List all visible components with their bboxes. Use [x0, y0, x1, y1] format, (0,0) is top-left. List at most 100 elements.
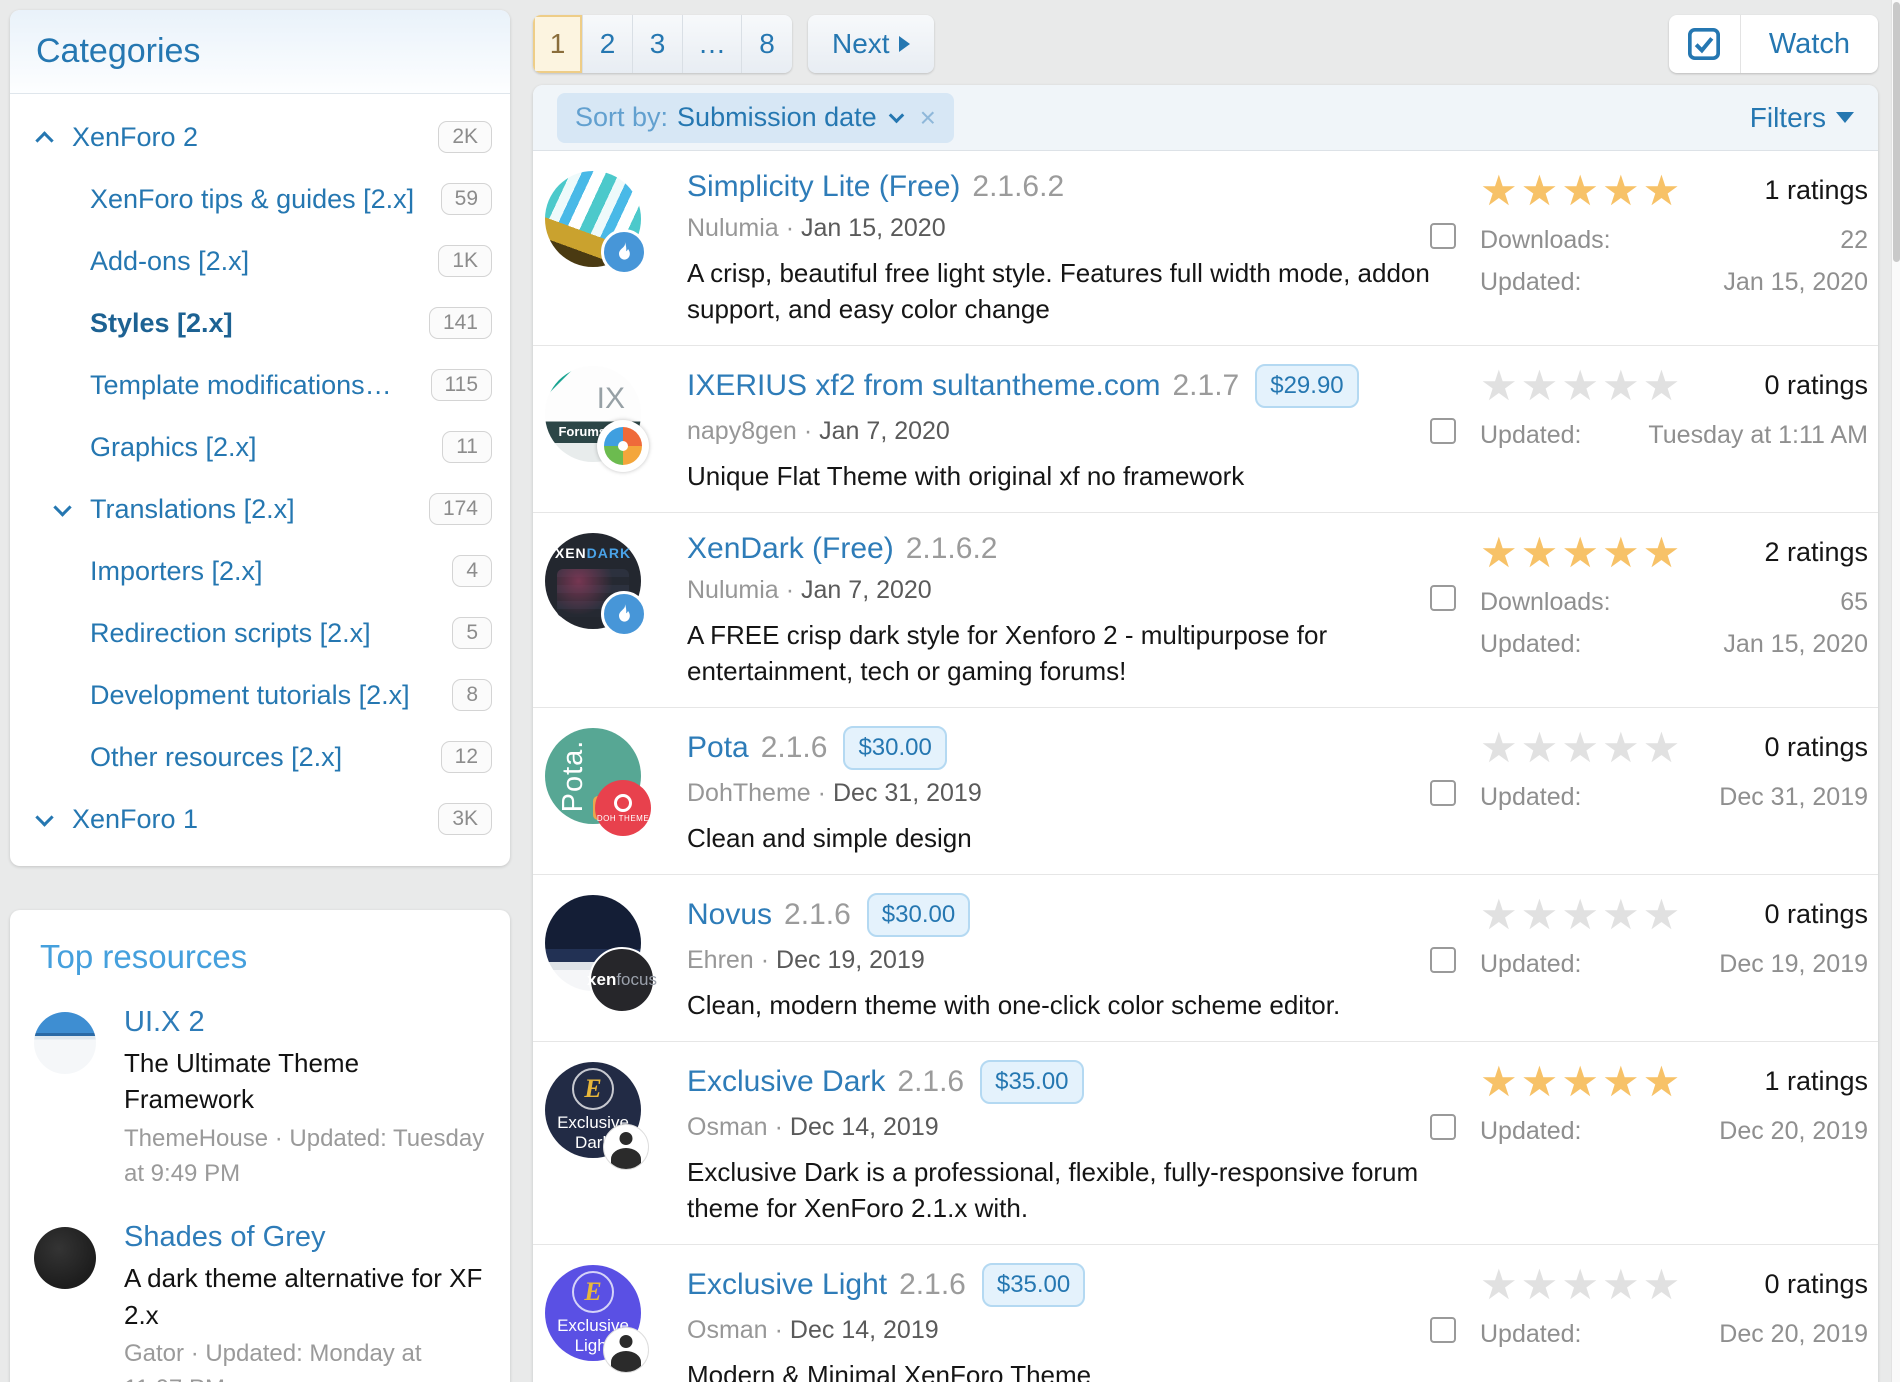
category-item[interactable]: Redirection scripts [2.x] 5: [10, 602, 510, 664]
resource-title-link[interactable]: Exclusive Light: [687, 1267, 887, 1303]
resource-avatar[interactable]: [545, 171, 641, 267]
top-resource-item[interactable]: Shades of Grey A dark theme alternative …: [34, 1221, 486, 1382]
resource-row: EExclusiveLight Exclusive Light 2.1.6 $3…: [533, 1245, 1878, 1382]
avatar-monogram: E: [572, 1068, 614, 1110]
category-label[interactable]: XenForo tips & guides [2.x]: [90, 184, 414, 215]
resource-row: Simplicity Lite (Free) 2.1.6.2 Nulumia·J…: [533, 151, 1878, 346]
info-label: Updated:: [1480, 1319, 1581, 1349]
resource-author[interactable]: DohTheme: [687, 779, 811, 807]
category-count-badge: 4: [452, 555, 492, 587]
resource-title-link[interactable]: XenDark (Free): [687, 531, 894, 567]
resource-avatar[interactable]: XENDARK: [545, 533, 641, 629]
category-chevron-slot[interactable]: [56, 565, 90, 578]
category-item[interactable]: Add-ons [2.x] 1K: [10, 230, 510, 292]
category-item[interactable]: XenForo 1 3K: [10, 788, 510, 850]
category-chevron-slot[interactable]: [56, 505, 90, 514]
category-chevron-slot[interactable]: [56, 379, 90, 392]
info-value: Jan 15, 2020: [1723, 629, 1868, 659]
resource-description: Unique Flat Theme with original xf no fr…: [687, 458, 1432, 494]
category-chevron-slot[interactable]: [56, 627, 90, 640]
chevron-icon: [35, 131, 53, 149]
resource-title-link[interactable]: Exclusive Dark: [687, 1064, 885, 1100]
watch-button[interactable]: Watch: [1669, 15, 1878, 73]
sort-chip[interactable]: Sort by: Submission date ×: [557, 93, 954, 143]
top-resource-meta: ThemeHouse · Updated: Tuesday at 9:49 PM: [124, 1122, 486, 1192]
category-chevron-slot[interactable]: [56, 751, 90, 764]
category-label[interactable]: Template modifications…: [90, 370, 392, 401]
select-resource-checkbox[interactable]: [1430, 418, 1456, 444]
resource-description: A FREE crisp dark style for Xenforo 2 - …: [687, 617, 1432, 689]
resource-avatar[interactable]: Pota.DOH THEME: [545, 728, 641, 824]
resource-avatar[interactable]: xenfocus: [545, 895, 641, 991]
category-item[interactable]: Styles [2.x] 141: [10, 292, 510, 354]
resource-row: Pota.DOH THEME Pota 2.1.6 $30.00 DohThem…: [533, 708, 1878, 875]
resource-title-link[interactable]: IXERIUS xf2 from sultantheme.com: [687, 368, 1161, 404]
resource-avatar[interactable]: EExclusiveDark: [545, 1062, 641, 1158]
page-button-2[interactable]: 2: [583, 15, 633, 73]
select-resource-checkbox[interactable]: [1430, 780, 1456, 806]
select-resource-checkbox[interactable]: [1430, 1114, 1456, 1140]
filters-toggle[interactable]: Filters: [1750, 102, 1854, 134]
category-chevron-slot[interactable]: [56, 255, 90, 268]
category-item[interactable]: Development tutorials [2.x] 8: [10, 664, 510, 726]
resource-author[interactable]: Osman: [687, 1316, 768, 1344]
category-chevron-slot[interactable]: [56, 193, 90, 206]
category-chevron-slot[interactable]: [56, 689, 90, 702]
category-count-badge: 5: [452, 617, 492, 649]
info-value: 22: [1840, 225, 1868, 255]
resource-title-link[interactable]: Novus: [687, 897, 772, 933]
page-button-3[interactable]: 3: [633, 15, 683, 73]
top-resource-item[interactable]: UI.X 2 The Ultimate Theme Framework Them…: [34, 1006, 486, 1191]
resource-avatar[interactable]: EExclusiveLight: [545, 1265, 641, 1361]
category-chevron-slot[interactable]: [56, 441, 90, 454]
resource-title-link[interactable]: Pota: [687, 730, 749, 766]
remove-sort-icon[interactable]: ×: [920, 102, 936, 134]
resource-row: XENDARK XenDark (Free) 2.1.6.2 Nulumia·J…: [533, 513, 1878, 708]
category-item[interactable]: Template modifications… 115: [10, 354, 510, 416]
category-item[interactable]: Graphics [2.x] 11: [10, 416, 510, 478]
category-label[interactable]: Translations [2.x]: [90, 494, 295, 525]
resource-description: Exclusive Dark is a professional, flexib…: [687, 1154, 1432, 1226]
category-item[interactable]: XenForo tips & guides [2.x] 59: [10, 168, 510, 230]
resource-author[interactable]: Ehren: [687, 946, 754, 974]
category-item[interactable]: Other resources [2.x] 12: [10, 726, 510, 788]
scrollbar-thumb[interactable]: [1893, 2, 1900, 262]
resource-author[interactable]: napy8gen: [687, 417, 797, 445]
next-page-button[interactable]: Next: [808, 15, 934, 73]
category-label[interactable]: Add-ons [2.x]: [90, 246, 249, 277]
scrollbar[interactable]: [1891, 0, 1900, 1382]
resource-author[interactable]: Nulumia: [687, 576, 779, 604]
category-item[interactable]: Translations [2.x] 174: [10, 478, 510, 540]
top-resource-title-link[interactable]: Shades of Grey: [124, 1221, 486, 1254]
resource-author[interactable]: Osman: [687, 1113, 768, 1141]
page-button-8[interactable]: 8: [742, 15, 792, 73]
category-label[interactable]: Styles [2.x]: [90, 308, 233, 339]
select-resource-checkbox[interactable]: [1430, 1317, 1456, 1343]
category-item[interactable]: Importers [2.x] 4: [10, 540, 510, 602]
category-label[interactable]: Redirection scripts [2.x]: [90, 618, 371, 649]
resource-author[interactable]: Nulumia: [687, 214, 779, 242]
category-label[interactable]: Importers [2.x]: [90, 556, 263, 587]
category-count-badge: 174: [429, 493, 492, 525]
watch-checkbox-segment[interactable]: [1669, 15, 1741, 73]
category-chevron-slot[interactable]: [38, 815, 72, 824]
resource-title-link[interactable]: Simplicity Lite (Free): [687, 169, 960, 205]
rating-stars: ★★★★★: [1480, 531, 1683, 575]
pinwheel-badge-icon: [597, 420, 649, 472]
top-resource-title-link[interactable]: UI.X 2: [124, 1006, 486, 1039]
page-button-1[interactable]: 1: [533, 15, 583, 73]
category-chevron-slot[interactable]: [56, 317, 90, 330]
category-label[interactable]: Other resources [2.x]: [90, 742, 342, 773]
category-item[interactable]: XenForo 2 2K: [10, 106, 510, 168]
category-label[interactable]: Graphics [2.x]: [90, 432, 257, 463]
resource-avatar[interactable]: IXForums: [545, 366, 641, 462]
category-label[interactable]: Development tutorials [2.x]: [90, 680, 410, 711]
category-label[interactable]: XenForo 2: [72, 122, 198, 153]
category-chevron-slot[interactable]: [38, 128, 72, 147]
rating-stars: ★★★★★: [1480, 364, 1683, 408]
select-resource-checkbox[interactable]: [1430, 947, 1456, 973]
select-resource-checkbox[interactable]: [1430, 223, 1456, 249]
category-label[interactable]: XenForo 1: [72, 804, 198, 835]
price-badge: $35.00: [980, 1060, 1083, 1104]
select-resource-checkbox[interactable]: [1430, 585, 1456, 611]
